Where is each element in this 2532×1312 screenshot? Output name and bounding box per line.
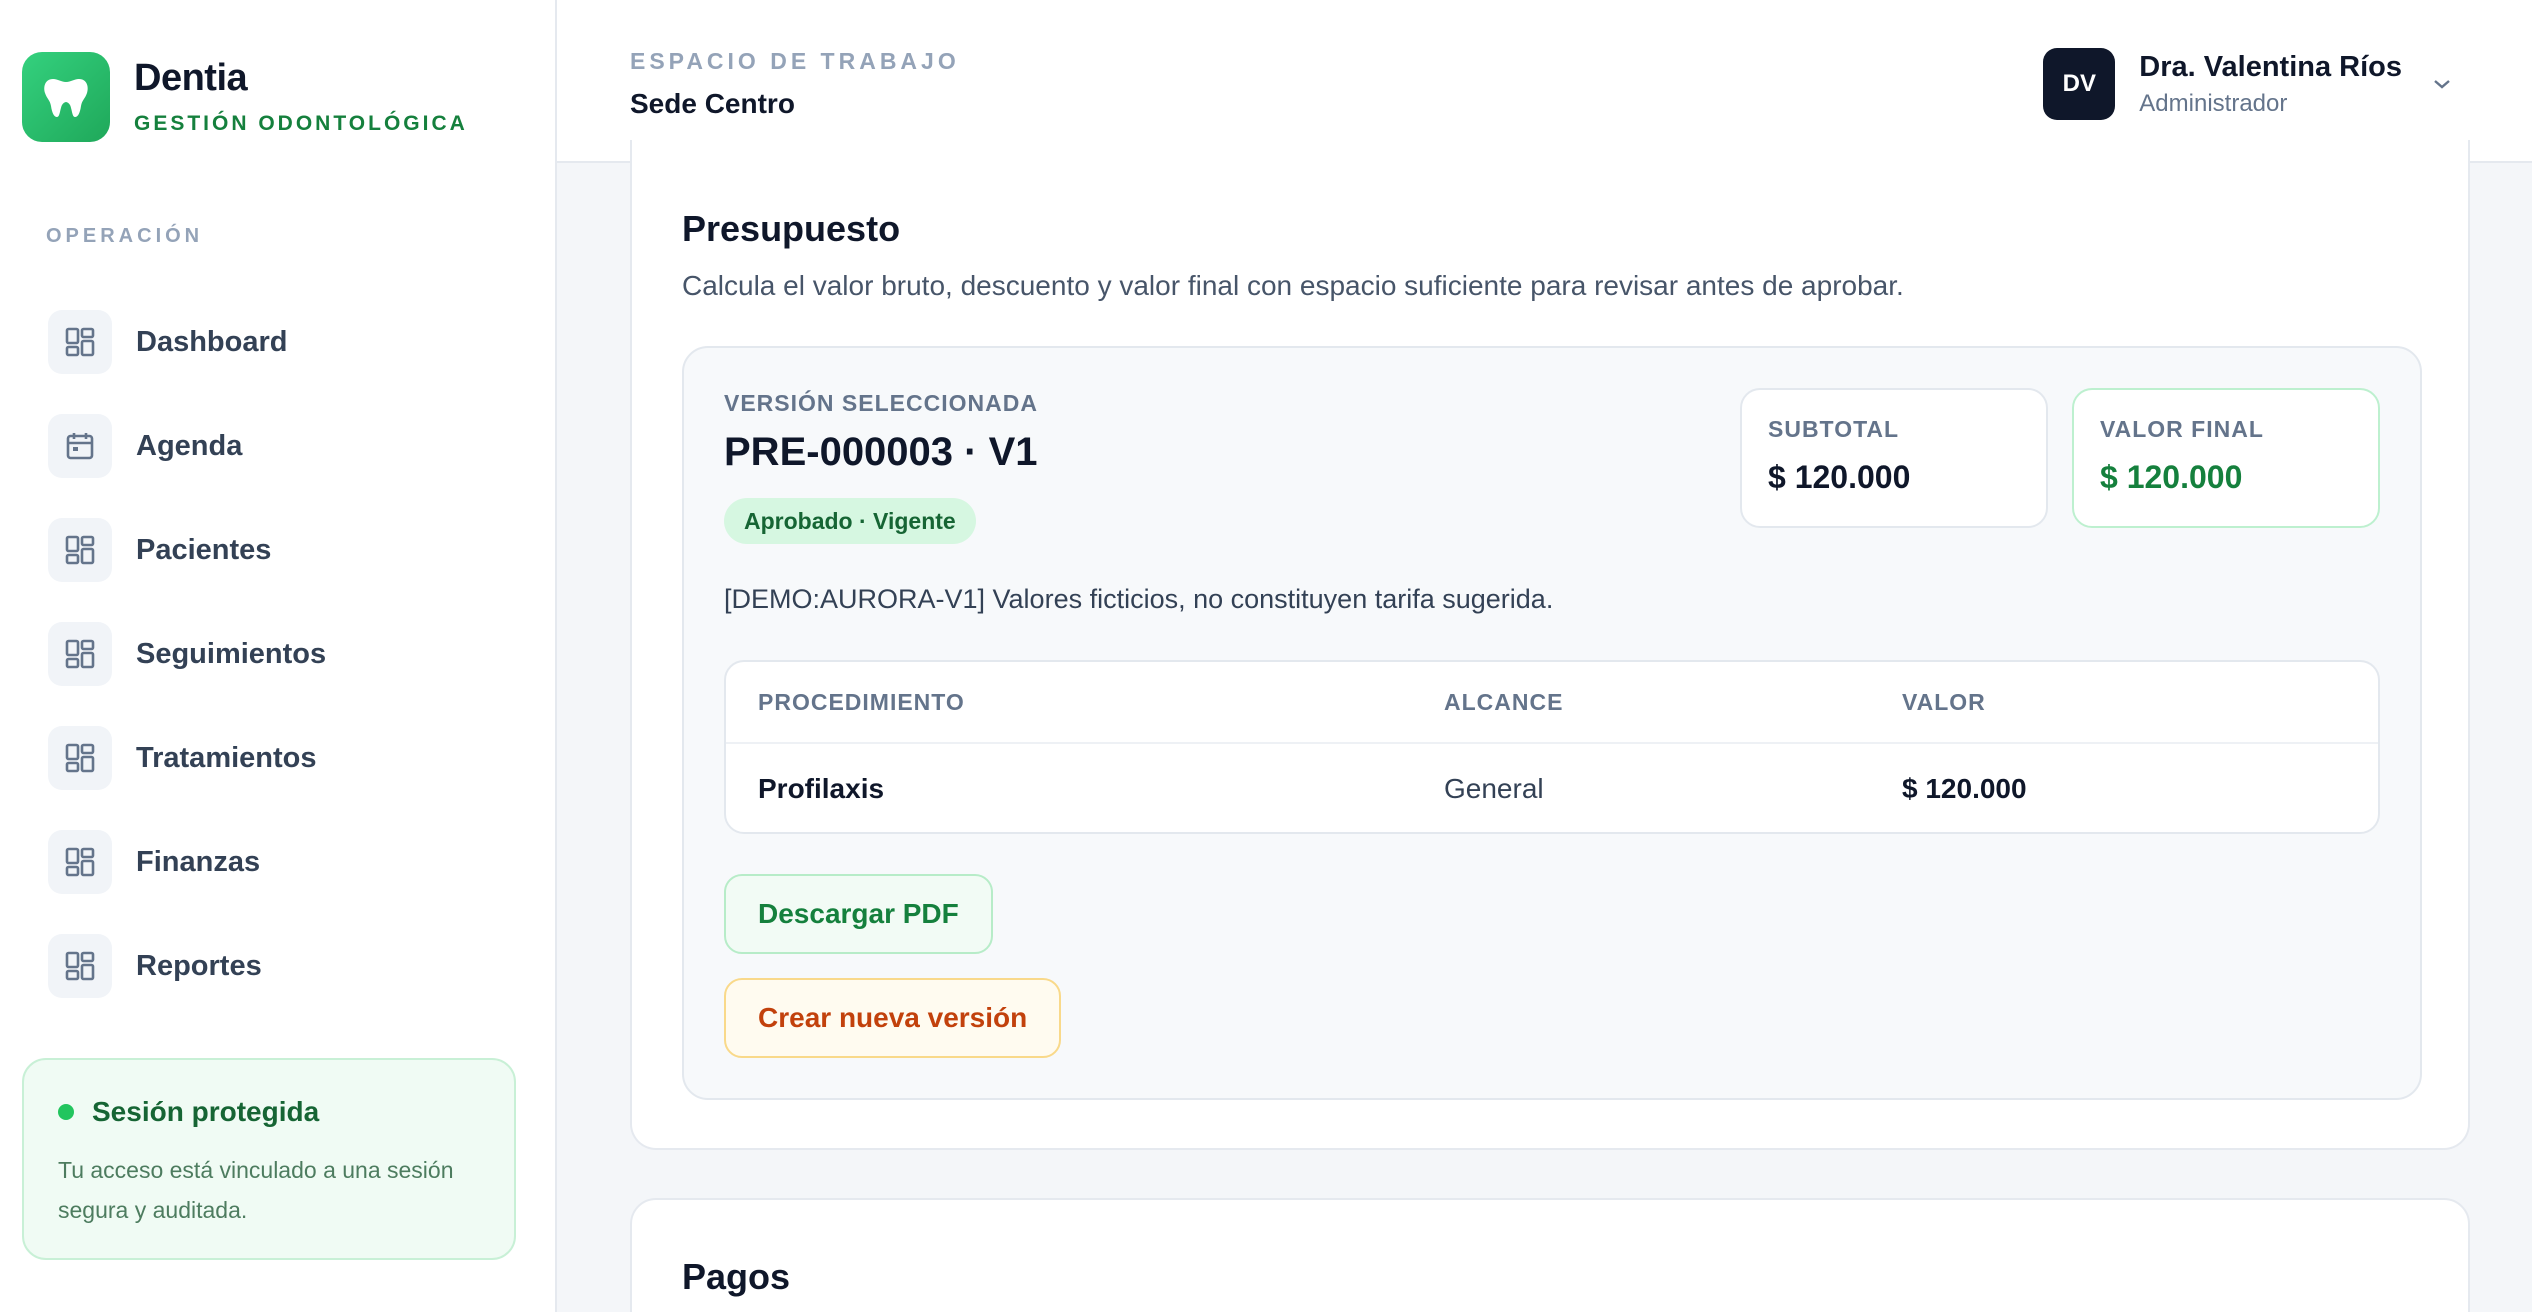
final-value-label: VALOR FINAL <box>2100 416 2264 442</box>
sidebar-item-label: Agenda <box>136 429 243 462</box>
cell-procedure: Profilaxis <box>758 773 885 804</box>
column-header-valor: VALOR <box>1902 688 1986 715</box>
session-title-text: Sesión protegida <box>92 1096 320 1127</box>
sidebar-item-label: Finanzas <box>136 845 261 878</box>
cell-scope: General <box>1444 773 1544 804</box>
budget-title: Presupuesto <box>682 208 901 249</box>
subtotal-label: SUBTOTAL <box>1768 416 1900 442</box>
tooth-logo-icon <box>22 52 110 142</box>
table-row: Profilaxis General $ 120.000 <box>726 744 2378 832</box>
subtotal-card: SUBTOTAL $ 120.000 <box>1740 388 2048 528</box>
user-menu[interactable]: DV Dra. Valentina Ríos Administrador <box>2043 48 2452 120</box>
topbar: ESPACIO DE TRABAJO Sede Centro DV Dra. V… <box>557 0 2532 163</box>
sidebar-nav: Dashboard Agenda Pacientes Seguimientos <box>36 290 516 1018</box>
dashboard-icon <box>48 934 112 998</box>
dashboard-icon <box>48 726 112 790</box>
budget-description: Calcula el valor bruto, descuento y valo… <box>682 270 1904 301</box>
payments-card: Pagos <box>630 1198 2470 1312</box>
final-value: $ 120.000 <box>2100 459 2243 495</box>
subtotal-value: $ 120.000 <box>1768 459 1911 495</box>
sidebar-item-finanzas[interactable]: Finanzas <box>36 810 516 914</box>
sidebar-item-label: Pacientes <box>136 533 272 566</box>
sidebar-item-dashboard[interactable]: Dashboard <box>36 290 516 394</box>
sidebar-item-tratamientos[interactable]: Tratamientos <box>36 706 516 810</box>
sidebar-item-label: Reportes <box>136 949 262 982</box>
workspace-name[interactable]: Sede Centro <box>630 88 795 120</box>
session-card: Sesión protegida Tu acceso está vinculad… <box>22 1058 516 1260</box>
sidebar-item-label: Seguimientos <box>136 637 327 670</box>
final-value-card: VALOR FINAL $ 120.000 <box>2072 388 2380 528</box>
user-role: Administrador <box>2139 89 2288 117</box>
budget-card: Presupuesto Calcula el valor bruto, desc… <box>630 140 2470 1150</box>
session-text: Tu acceso está vinculado a una sesión se… <box>58 1157 454 1223</box>
download-pdf-button[interactable]: Descargar PDF <box>724 874 993 954</box>
version-label: VERSIÓN SELECCIONADA <box>724 390 1038 416</box>
cell-value: $ 120.000 <box>1902 773 2027 804</box>
sidebar-item-reportes[interactable]: Reportes <box>36 914 516 1018</box>
status-dot-icon <box>58 1104 74 1120</box>
avatar: DV <box>2043 48 2116 120</box>
dashboard-icon <box>48 310 112 374</box>
create-new-version-button[interactable]: Crear nueva versión <box>724 978 1062 1058</box>
app-root: Dentia GESTIÓN ODONTOLÓGICA OPERACIÓN Da… <box>0 0 2532 1312</box>
brand-name: Dentia <box>134 57 248 100</box>
workspace-label: ESPACIO DE TRABAJO <box>630 48 960 74</box>
dashboard-icon <box>48 518 112 582</box>
brand[interactable]: Dentia GESTIÓN ODONTOLÓGICA <box>22 52 468 142</box>
version-panel: VERSIÓN SELECCIONADA PRE-000003 · V1 Apr… <box>682 346 2422 1100</box>
status-badge: Aprobado · Vigente <box>724 498 976 544</box>
user-info: Dra. Valentina Ríos Administrador <box>2139 51 2402 118</box>
sidebar-item-seguimientos[interactable]: Seguimientos <box>36 602 516 706</box>
dashboard-icon <box>48 622 112 686</box>
demo-note: [DEMO:AURORA-V1] Valores ficticios, no c… <box>724 584 1554 614</box>
sidebar-item-label: Dashboard <box>136 325 288 358</box>
chevron-down-icon[interactable] <box>2432 78 2452 90</box>
version-id: PRE-000003 · V1 <box>724 430 1038 474</box>
column-header-procedimiento: PROCEDIMIENTO <box>758 688 965 715</box>
user-name: Dra. Valentina Ríos <box>2139 50 2402 83</box>
calendar-icon <box>48 414 112 478</box>
sidebar: Dentia GESTIÓN ODONTOLÓGICA OPERACIÓN Da… <box>0 0 557 1312</box>
procedures-table: PROCEDIMIENTO ALCANCE VALOR Profilaxis G… <box>724 660 2380 834</box>
nav-section-label: OPERACIÓN <box>46 225 204 247</box>
payments-title: Pagos <box>682 1256 791 1297</box>
sidebar-item-label: Tratamientos <box>136 741 317 774</box>
table-header: PROCEDIMIENTO ALCANCE VALOR <box>726 662 2378 744</box>
brand-subtitle: GESTIÓN ODONTOLÓGICA <box>134 111 468 135</box>
dashboard-icon <box>48 830 112 894</box>
column-header-alcance: ALCANCE <box>1444 688 1564 715</box>
session-title: Sesión protegida <box>58 1096 482 1128</box>
sidebar-item-agenda[interactable]: Agenda <box>36 394 516 498</box>
sidebar-item-pacientes[interactable]: Pacientes <box>36 498 516 602</box>
